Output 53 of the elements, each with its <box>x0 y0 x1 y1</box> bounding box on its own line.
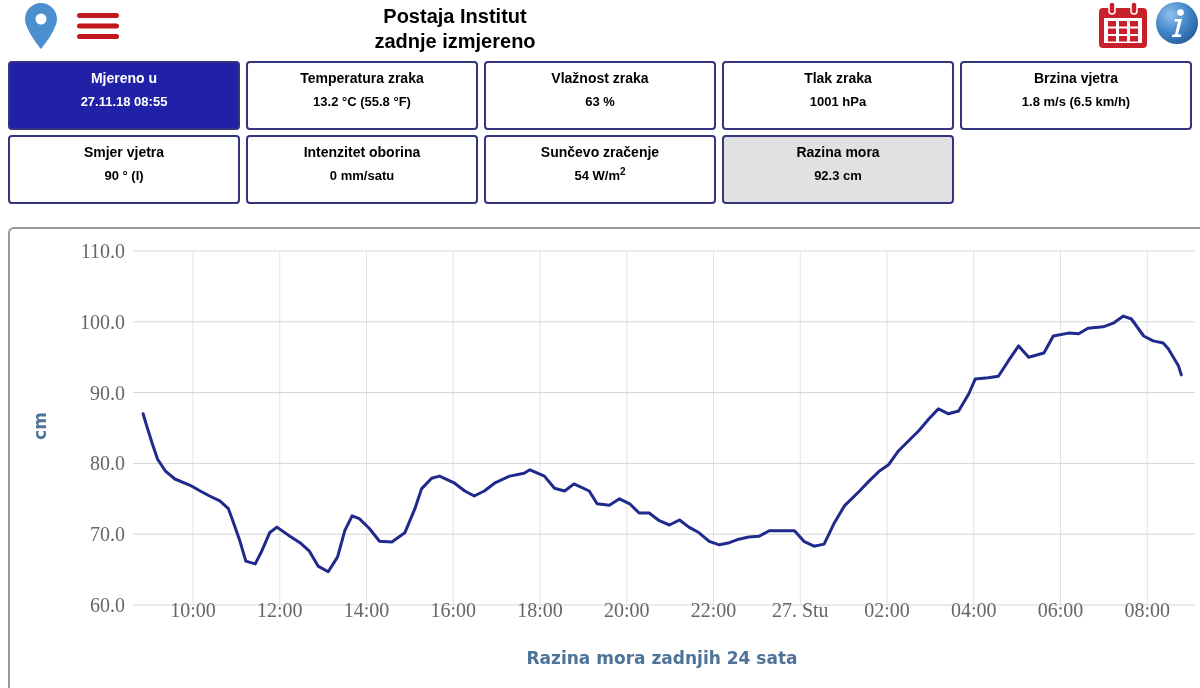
map-pin-icon[interactable] <box>25 3 57 49</box>
x-axis-label: 02:00 <box>864 599 910 621</box>
measurement-label: Razina mora <box>796 143 880 161</box>
x-axis-label: 08:00 <box>1124 599 1171 621</box>
y-axis-title: cm <box>30 412 50 440</box>
measurement-value: 92.3 cm <box>814 167 862 185</box>
measurement-label: Mjereno u <box>90 69 158 87</box>
measurement-tile[interactable]: Mjereno u 27.11.18 08:55 <box>8 61 240 130</box>
measurement-tile[interactable]: Intenzitet oborina 0 mm/satu <box>246 135 478 204</box>
page-subtitle: zadnje izmjereno <box>374 29 536 54</box>
station-title: Postaja Institut <box>383 4 527 29</box>
measurement-tile[interactable]: Razina mora 92.3 cm <box>722 135 954 204</box>
measurement-tile[interactable]: Smjer vjetra 90 ° (I) <box>8 135 240 204</box>
measurement-tile[interactable]: Sunčevo zračenje 54 W/m$^{2}$ <box>484 135 716 204</box>
measurement-tile[interactable]: Vlažnost zraka 63 % <box>484 61 716 130</box>
x-axis-title: Razina mora zadnjih 24 sata <box>526 648 798 668</box>
x-axis-label: 18:00 <box>517 599 563 621</box>
measurement-value: 0 mm/satu <box>329 167 395 185</box>
measurement-value: 1001 hPa <box>809 93 867 111</box>
y-axis-label: 110.0 <box>80 240 125 262</box>
menu-icon[interactable] <box>77 13 119 39</box>
y-axis-label: 80.0 <box>90 452 125 475</box>
measurement-value: 63 % <box>585 93 615 111</box>
x-axis-label: 04:00 <box>951 599 997 621</box>
measurement-label: Temperatura zraka <box>300 69 424 87</box>
y-axis-label: 90.0 <box>90 381 125 404</box>
measurement-label: Tlak zraka <box>804 69 872 87</box>
x-axis-label: 10:00 <box>170 599 216 621</box>
x-axis-label: 14:00 <box>343 599 390 621</box>
y-axis-label: 60.0 <box>90 594 125 616</box>
measurement-label: Brzina vjetra <box>1033 69 1118 87</box>
measurement-tile[interactable]: Tlak zraka 1001 hPa <box>722 61 954 130</box>
measurement-value: 27.11.18 08:55 <box>80 93 168 111</box>
measurement-value: 13.2 °C (55.8 °F) <box>313 93 411 111</box>
x-axis-label: 20:00 <box>604 599 650 621</box>
measurement-tile[interactable]: Temperatura zraka 13.2 °C (55.8 °F) <box>246 61 478 130</box>
x-axis-label: 16:00 <box>430 599 477 621</box>
y-axis-label: 70.0 <box>90 523 125 546</box>
measurement-label: Sunčevo zračenje <box>540 143 660 161</box>
x-axis-label: 12:00 <box>257 599 303 621</box>
measurement-value: 54 W/m$^{2}$ <box>574 167 626 185</box>
measurement-tile[interactable]: Brzina vjetra 1.8 m/s (6.5 km/h) <box>960 61 1192 130</box>
y-axis-label: 100.0 <box>80 310 125 333</box>
measurement-value: 90 ° (I) <box>104 167 144 185</box>
calendar-icon[interactable] <box>1099 2 1147 48</box>
measurement-label: Vlažnost zraka <box>551 69 649 87</box>
x-axis-label: 27. Stu <box>771 599 829 621</box>
measurement-label: Smjer vjetra <box>83 143 165 161</box>
measurement-value: 1.8 m/s (6.5 km/h) <box>1021 93 1131 111</box>
x-axis-label: 06:00 <box>1037 599 1084 621</box>
info-icon[interactable] <box>1156 2 1198 44</box>
x-axis-label: 22:00 <box>690 599 737 621</box>
measurement-label: Intenzitet oborina <box>303 143 421 161</box>
